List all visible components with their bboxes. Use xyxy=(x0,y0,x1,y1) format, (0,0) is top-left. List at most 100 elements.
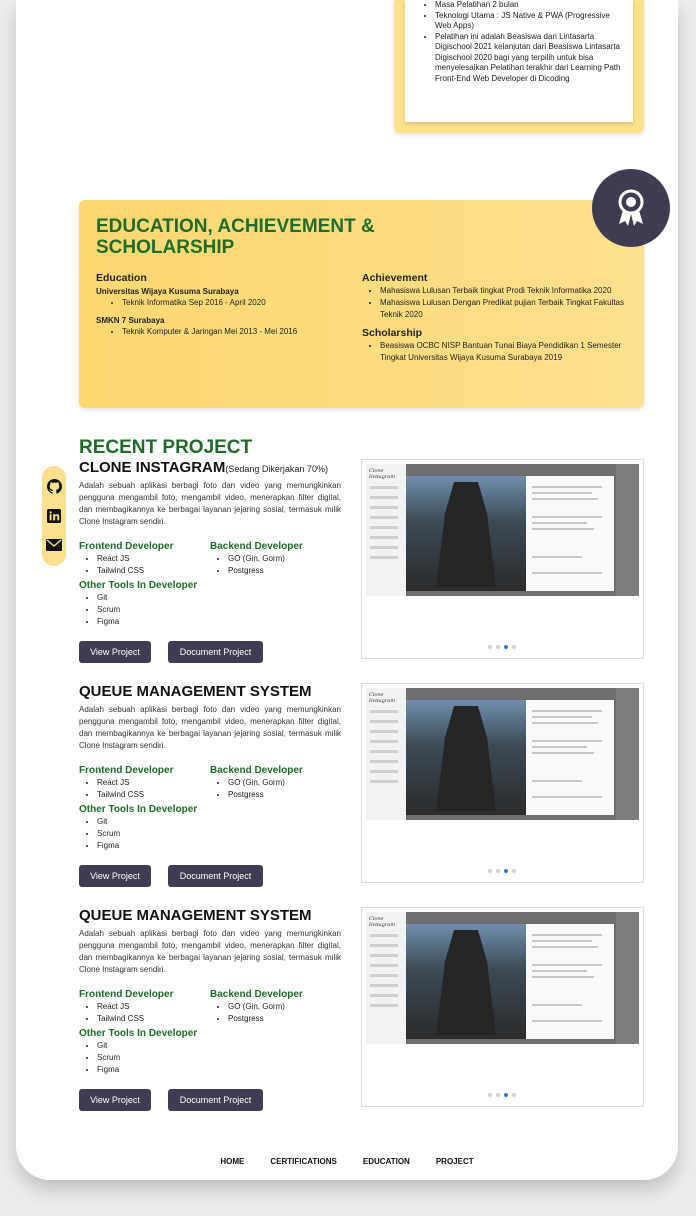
school-name: Universitas Wijaya Kusuma Surabaya xyxy=(96,287,239,296)
frontend-label: Frontend Developer xyxy=(79,541,174,552)
school-name: SMKN 7 Surabaya xyxy=(96,316,165,325)
project-title: QUEUE MANAGEMENT SYSTEM xyxy=(79,683,312,701)
list-item: Tailwind CSS xyxy=(97,789,204,801)
project-screenshot-carousel[interactable]: Clone Instagram xyxy=(361,907,644,1107)
list-item: Scrum xyxy=(97,1052,229,1064)
list-item: Postgress xyxy=(228,789,350,801)
education-section-title: EDUCATION, ACHIEVEMENT & SCHOLARSHIP xyxy=(96,216,375,258)
frontend-stack: Frontend Developer React JSTailwind CSS xyxy=(79,988,204,1025)
education-column: Education Universitas Wijaya Kusuma Sura… xyxy=(96,272,356,338)
github-icon[interactable] xyxy=(46,479,62,495)
carousel-dots[interactable] xyxy=(488,645,516,649)
school-detail: Teknik Informatika Sep 2016 - April 2020 xyxy=(122,297,356,309)
tools-label: Other Tools In Developer xyxy=(79,804,198,815)
list-item: Postgress xyxy=(228,565,350,577)
ribbon-award-icon xyxy=(618,189,644,226)
project-title: CLONE INSTAGRAM(Sedang Dikerjakan 70%) xyxy=(79,459,328,478)
list-item: Figma xyxy=(97,1064,229,1076)
school-detail: Teknik Komputer & Jaringan Mei 2013 - Me… xyxy=(122,326,356,338)
recent-project-title: RECENT PROJECT xyxy=(79,437,253,458)
project-description: Adalah sebuah aplikasi berbagi foto dan … xyxy=(79,929,341,974)
list-item: React JS xyxy=(97,553,204,565)
project-title: QUEUE MANAGEMENT SYSTEM xyxy=(79,907,312,925)
list-item: GO (Gin, Gorm) xyxy=(228,1001,350,1013)
list-item: Teknologi Utama : JS Native & PWA (Progr… xyxy=(435,11,625,32)
backend-stack: Backend Developer GO (Gin, Gorm)Postgres… xyxy=(210,988,350,1025)
achievement-column: Achievement Mahasiswa Lulusan Terbaik ti… xyxy=(362,272,627,364)
list-item: Git xyxy=(97,592,229,604)
document-project-button[interactable]: Document Project xyxy=(168,641,263,663)
carousel-dots[interactable] xyxy=(488,869,516,873)
tools-stack: Other Tools In Developer GitScrumFigma xyxy=(79,803,229,852)
view-project-button[interactable]: View Project xyxy=(79,865,151,887)
project-screenshot: Clone Instagram xyxy=(366,688,639,820)
project-card: QUEUE MANAGEMENT SYSTEM Adalah sebuah ap… xyxy=(79,907,644,1111)
list-item: React JS xyxy=(97,1001,204,1013)
frontend-label: Frontend Developer xyxy=(79,989,174,1000)
document-project-button[interactable]: Document Project xyxy=(168,865,263,887)
footer-link-education[interactable]: EDUCATION xyxy=(363,1157,410,1166)
education-card: EDUCATION, ACHIEVEMENT & SCHOLARSHIP Edu… xyxy=(79,200,644,408)
list-item: Figma xyxy=(97,840,229,852)
carousel-dots[interactable] xyxy=(488,1093,516,1097)
scholarship-item: Beasiswa OCBC NISP Bantuan Tunai Biaya P… xyxy=(380,340,627,364)
document-project-button[interactable]: Document Project xyxy=(168,1089,263,1111)
achievement-item: Mahasiswa Lulusan Dengan Predikat pujian… xyxy=(380,297,627,321)
certification-card: Masa Pelatihan 2 bulan Teknologi Utama :… xyxy=(394,0,644,133)
list-item: React JS xyxy=(97,777,204,789)
project-card: CLONE INSTAGRAM(Sedang Dikerjakan 70%) A… xyxy=(79,459,644,663)
list-item: Git xyxy=(97,1040,229,1052)
footer-nav: HOME CERTIFICATIONS EDUCATION PROJECT xyxy=(16,1157,678,1166)
scholarship-heading: Scholarship xyxy=(362,327,423,339)
list-item: Git xyxy=(97,816,229,828)
page-container: Masa Pelatihan 2 bulan Teknologi Utama :… xyxy=(16,0,678,1180)
list-item: Pelatihan ini adalah Beasiswa dari Linta… xyxy=(435,32,625,85)
project-description: Adalah sebuah aplikasi berbagi foto dan … xyxy=(79,705,341,750)
tools-stack: Other Tools In Developer GitScrumFigma xyxy=(79,1027,229,1076)
project-card: QUEUE MANAGEMENT SYSTEM Adalah sebuah ap… xyxy=(79,683,644,887)
backend-label: Backend Developer xyxy=(210,541,303,552)
achievement-heading: Achievement xyxy=(362,272,428,284)
view-project-button[interactable]: View Project xyxy=(79,641,151,663)
education-heading: Education xyxy=(96,272,147,284)
tools-stack: Other Tools In Developer GitScrumFigma xyxy=(79,579,229,628)
list-item: GO (Gin, Gorm) xyxy=(228,553,350,565)
tools-label: Other Tools In Developer xyxy=(79,580,198,591)
award-badge xyxy=(592,169,670,247)
list-item: Scrum xyxy=(97,604,229,616)
project-description: Adalah sebuah aplikasi berbagi foto dan … xyxy=(79,481,341,526)
view-project-button[interactable]: View Project xyxy=(79,1089,151,1111)
backend-stack: Backend Developer GO (Gin, Gorm)Postgres… xyxy=(210,540,350,577)
project-screenshot-carousel[interactable]: Clone Instagram xyxy=(361,459,644,659)
project-screenshot-carousel[interactable]: Clone Instagram xyxy=(361,683,644,883)
linkedin-icon[interactable] xyxy=(46,508,62,524)
project-screenshot: Clone Instagram xyxy=(366,464,639,596)
project-screenshot: Clone Instagram xyxy=(366,912,639,1044)
list-item: Tailwind CSS xyxy=(97,565,204,577)
list-item: Scrum xyxy=(97,828,229,840)
project-name: QUEUE MANAGEMENT SYSTEM xyxy=(79,683,312,700)
footer-link-project[interactable]: PROJECT xyxy=(436,1157,474,1166)
mail-icon[interactable] xyxy=(46,537,62,553)
list-item: Postgress xyxy=(228,1013,350,1025)
list-item: Masa Pelatihan 2 bulan xyxy=(435,0,625,11)
tools-label: Other Tools In Developer xyxy=(79,1028,198,1039)
certification-card-body: Masa Pelatihan 2 bulan Teknologi Utama :… xyxy=(405,0,633,122)
footer-link-home[interactable]: HOME xyxy=(220,1157,244,1166)
project-status: (Sedang Dikerjakan 70%) xyxy=(225,464,328,474)
frontend-stack: Frontend Developer React JSTailwind CSS xyxy=(79,540,204,577)
project-name: QUEUE MANAGEMENT SYSTEM xyxy=(79,907,312,924)
list-item: Tailwind CSS xyxy=(97,1013,204,1025)
list-item: Figma xyxy=(97,616,229,628)
backend-stack: Backend Developer GO (Gin, Gorm)Postgres… xyxy=(210,764,350,801)
achievement-item: Mahasiswa Lulusan Terbaik tingkat Prodi … xyxy=(380,285,627,297)
footer-link-certifications[interactable]: CERTIFICATIONS xyxy=(270,1157,337,1166)
list-item: GO (Gin, Gorm) xyxy=(228,777,350,789)
backend-label: Backend Developer xyxy=(210,765,303,776)
frontend-stack: Frontend Developer React JSTailwind CSS xyxy=(79,764,204,801)
social-sidebar xyxy=(42,466,66,566)
frontend-label: Frontend Developer xyxy=(79,765,174,776)
backend-label: Backend Developer xyxy=(210,989,303,1000)
project-name: CLONE INSTAGRAM xyxy=(79,459,226,476)
certification-details-list: Masa Pelatihan 2 bulan Teknologi Utama :… xyxy=(419,0,625,84)
